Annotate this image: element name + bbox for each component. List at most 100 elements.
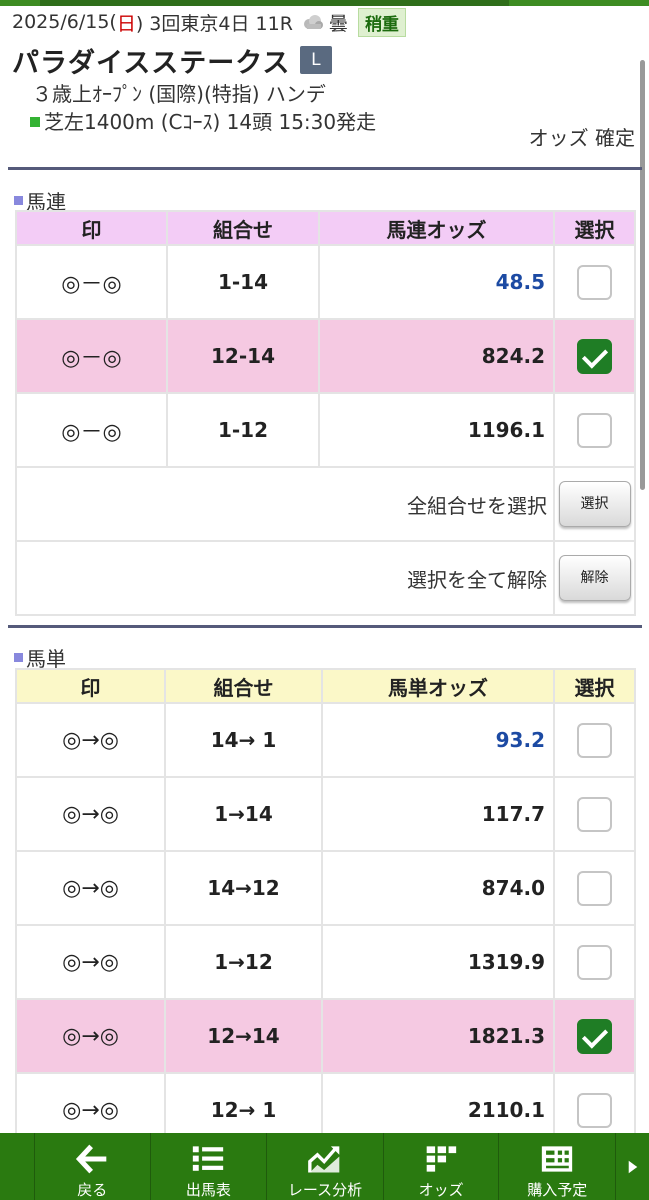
tab-entries[interactable]: 出馬表 [149,1133,267,1200]
col-header-odds: 馬単オッズ [321,668,555,704]
col-header-mark: 印 [15,210,168,246]
col-header-select: 選択 [553,210,636,246]
select-checkbox[interactable] [577,944,612,980]
col-header-mark: 印 [15,668,166,704]
table-row: ◎→◎ 14→ 1 93.2 [15,702,636,778]
select-checkbox[interactable] [577,338,612,374]
odds-status: オッズ 確定 [528,126,635,150]
race-date-line: 2025/6/15(日) 3回東京4日 11R 曇 稍重 [12,7,642,37]
col-header-combo: 組合せ [164,668,323,704]
mark-cell: ◎－◎ [15,244,168,320]
race-title: パラダイスステークス L [12,42,642,79]
race-day-of-week: 日 [116,12,136,35]
select-all-button[interactable]: 選択 [558,481,631,527]
tab-purchase-plan[interactable]: 購入予定 [498,1133,615,1200]
combo-cell: 12→14 [164,998,323,1074]
table-row: ◎→◎ 1→14 117.7 [15,776,636,852]
table-row: ◎－◎ 1-12 1196.1 [15,392,636,468]
mark-cell: ◎－◎ [15,318,168,394]
odds-cell: 117.7 [321,776,555,852]
track-condition-badge: 稍重 [357,7,406,37]
bottom-tab-bar: 戻る 出馬表 レース分析 オッズ 購入予定 [0,1133,649,1200]
combo-cell: 14→ 1 [164,702,323,778]
select-cell [553,702,636,778]
cloud-icon [303,15,323,29]
list-icon [193,1146,224,1171]
race-venue-number: ) 3回東京4日 11R [135,12,293,35]
select-cell [553,318,636,394]
race-conditions: ３歳上ｵｰﾌﾟﾝ (国際)(特指) ハンデ [32,82,326,106]
select-checkbox[interactable] [577,1092,612,1128]
select-checkbox[interactable] [577,264,612,300]
mark-cell: ◎→◎ [15,998,166,1074]
tab-odds-label: オッズ [418,1181,464,1199]
umaren-table: 印 組合せ 馬連オッズ 選択 ◎－◎ 1-14 48.5 ◎－◎ 12-14 8… [15,210,636,616]
section-marker-icon [14,653,23,662]
odds-cell: 874.0 [321,850,555,926]
combo-cell: 12-14 [166,318,320,394]
odds-grid-icon [426,1146,457,1172]
table-row: ◎－◎ 12-14 824.2 [15,318,636,394]
divider [8,625,642,628]
divider [8,167,642,170]
col-header-odds: 馬連オッズ [318,210,555,246]
tab-scroll-left [0,1133,34,1200]
select-cell [553,776,636,852]
back-arrow-icon [76,1144,107,1174]
table-row: ◎－◎ 1-14 48.5 [15,244,636,320]
race-course-text: 芝左1400m (Cｺｰｽ) 14頭 15:30発走 [44,110,377,134]
select-all-label: 全組合せを選択 [15,466,555,542]
table-header-row: 印 組合せ 馬単オッズ 選択 [15,668,636,704]
odds-cell: 1196.1 [318,392,555,468]
odds-cell: 1821.3 [321,998,555,1074]
weather: 曇 [301,9,348,36]
clear-all-label: 選択を全て解除 [15,540,555,616]
table-row: ◎→◎ 14→12 874.0 [15,850,636,926]
race-name: パラダイスステークス [12,47,291,79]
col-header-select: 選択 [553,668,636,704]
select-cell [553,392,636,468]
select-all-cell: 選択 [553,466,636,542]
select-cell [553,924,636,1000]
combo-cell: 1-14 [166,244,320,320]
select-cell [553,244,636,320]
odds-cell: 48.5 [318,244,555,320]
mark-cell: ◎→◎ [15,776,166,852]
section-marker-icon [14,196,23,205]
select-checkbox[interactable] [577,722,612,758]
combo-cell: 14→12 [164,850,323,926]
race-header: 2025/6/15(日) 3回東京4日 11R 曇 稍重 パラダイスステークス … [12,7,642,136]
mark-cell: ◎－◎ [15,392,168,468]
odds-cell: 1319.9 [321,924,555,1000]
clear-all-button[interactable]: 解除 [558,555,631,601]
combo-cell: 1-12 [166,392,320,468]
combo-cell: 1→12 [164,924,323,1000]
select-checkbox[interactable] [577,1018,612,1054]
race-date-prefix: 2025/6/15( [12,11,117,33]
umatan-table: 印 組合せ 馬単オッズ 選択 ◎→◎ 14→ 1 93.2 ◎→◎ 1→14 1… [15,668,636,1148]
tab-entries-label: 出馬表 [185,1181,231,1199]
select-checkbox[interactable] [577,796,612,832]
page-scrollbar[interactable] [640,60,645,490]
table-row: ◎→◎ 12→14 1821.3 [15,998,636,1074]
combo-cell: 1→14 [164,776,323,852]
analysis-chart-icon [308,1146,340,1173]
clear-all-row: 選択を全て解除 解除 [15,540,636,616]
tab-scroll-right[interactable] [615,1133,649,1200]
table-header-row: 印 組合せ 馬連オッズ 選択 [15,210,636,246]
tab-back[interactable]: 戻る [33,1133,150,1200]
weather-label: 曇 [328,12,348,35]
turf-icon [30,117,40,127]
tab-race-analysis-label: レース分析 [287,1181,363,1199]
tab-back-label: 戻る [77,1181,108,1199]
odds-cell: 93.2 [321,702,555,778]
chevron-right-icon [628,1160,637,1173]
purchase-plan-icon [542,1146,573,1172]
table-row: ◎→◎ 1→12 1319.9 [15,924,636,1000]
tab-purchase-plan-label: 購入予定 [527,1181,588,1199]
tab-odds[interactable]: オッズ [382,1133,499,1200]
select-checkbox[interactable] [577,870,612,906]
mark-cell: ◎→◎ [15,924,166,1000]
tab-race-analysis[interactable]: レース分析 [266,1133,383,1200]
select-checkbox[interactable] [577,412,612,448]
